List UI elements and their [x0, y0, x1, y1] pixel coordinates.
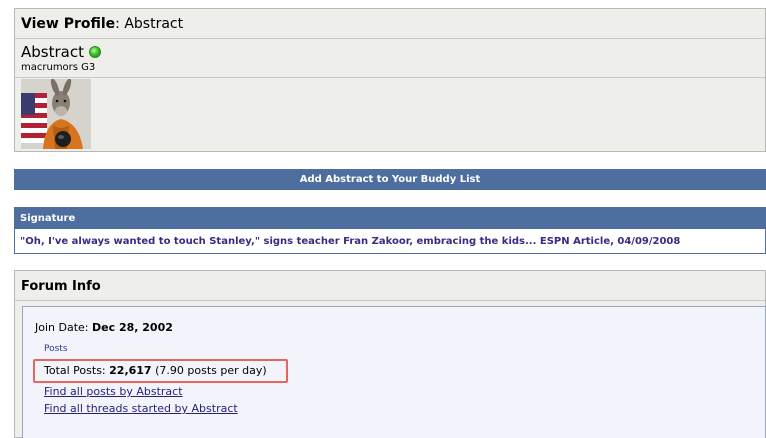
avatar-flag [21, 93, 47, 143]
posts-per-day: (7.90 posts per day) [155, 364, 267, 377]
total-posts-row: Total Posts: 22,617 (7.90 posts per day) [44, 364, 267, 378]
header-separator: : [115, 16, 120, 32]
user-title: macrumors G3 [21, 62, 96, 73]
forum-info-header: Forum Info [15, 271, 765, 301]
view-profile-label: View Profile [21, 16, 116, 32]
total-posts-value: 22,617 [109, 364, 152, 377]
profile-header-name: Abstract [124, 16, 184, 32]
posts-section-label: Posts [44, 344, 68, 354]
total-posts-label: Total Posts: [44, 364, 106, 377]
join-date-value: Dec 28, 2002 [92, 321, 173, 334]
join-date-row: Join Date: Dec 28, 2002 [23, 307, 765, 335]
forum-info-box: Join Date: Dec 28, 2002 Posts Total Post… [22, 306, 766, 438]
find-all-posts-link[interactable]: Find all posts by Abstract [44, 385, 183, 399]
signature-text: "Oh, I've always wanted to touch Stanley… [20, 236, 681, 247]
add-buddy-button[interactable]: Add Abstract to Your Buddy List [14, 169, 766, 190]
profile-body: Abstract macrumors G3 [15, 39, 765, 149]
username-row: Abstract [21, 43, 765, 61]
divider [15, 77, 765, 78]
forum-info-panel: Forum Info Join Date: Dec 28, 2002 Posts… [14, 270, 766, 438]
add-buddy-label[interactable]: Add Abstract to Your Buddy List [300, 174, 480, 185]
profile-panel: View Profile: Abstract Abstract macrumor… [14, 8, 766, 152]
online-status-icon [88, 46, 101, 58]
username: Abstract [21, 43, 84, 61]
find-all-threads-link[interactable]: Find all threads started by Abstract [44, 402, 238, 416]
signature-panel: Signature "Oh, I've always wanted to tou… [14, 207, 766, 254]
signature-header: Signature [15, 208, 765, 229]
avatar [21, 79, 91, 149]
join-date-label: Join Date: [35, 321, 89, 334]
profile-header: View Profile: Abstract [15, 9, 765, 39]
